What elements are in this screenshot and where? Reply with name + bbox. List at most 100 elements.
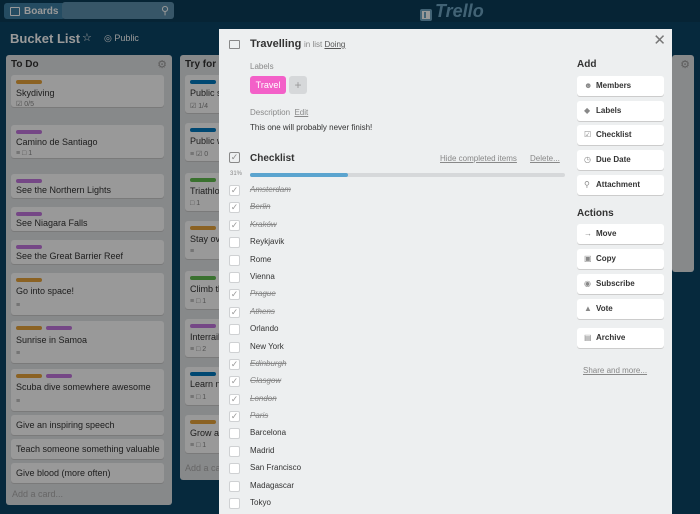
checklist-item-text[interactable]: Kraków (250, 220, 277, 229)
checklist-checkbox[interactable]: ✓ (229, 289, 240, 301)
checklist-item[interactable]: ✓ Kraków (229, 217, 569, 234)
checklist-checkbox[interactable] (229, 237, 240, 249)
checklist-item-text[interactable]: Madagascar (250, 481, 294, 490)
close-icon[interactable]: ✕ (653, 31, 666, 49)
person-icon: ☻ (584, 81, 593, 90)
checklist-item-text[interactable]: Barcelona (250, 428, 286, 437)
checklist-item-text[interactable]: San Francisco (250, 463, 301, 472)
paperclip-icon: ⚲ (584, 180, 590, 189)
attachment-button[interactable]: ⚲ Attachment (577, 175, 664, 195)
checklist-item[interactable]: Rome (229, 252, 569, 269)
description-edit-link[interactable]: Edit (294, 108, 308, 117)
label-travel[interactable]: Travel (250, 76, 286, 94)
checkbox-icon: ☑ (584, 130, 592, 139)
checklist-item[interactable]: ✓ Prague (229, 286, 569, 303)
checklist-checkbox[interactable] (229, 445, 240, 457)
checklist-item-text[interactable]: Athens (250, 307, 275, 316)
checklist-item[interactable]: Reykjavik (229, 234, 569, 251)
in-list-prefix: in list (304, 40, 323, 49)
checklist-item[interactable]: ✓ Glasgow (229, 373, 569, 390)
archive-icon: ▤ (584, 333, 592, 342)
add-label-button[interactable]: + (289, 76, 307, 94)
labels-heading: Labels (250, 62, 274, 71)
checklist-item-text[interactable]: Amsterdam (250, 185, 291, 194)
checklist-item-text[interactable]: Tokyo (250, 498, 271, 507)
checklist-checkbox[interactable]: ✓ (229, 306, 240, 318)
archive-button[interactable]: ▤ Archive (577, 328, 664, 348)
checklist-item[interactable]: ✓ Paris (229, 408, 569, 425)
hide-completed-link[interactable]: Hide completed items (440, 154, 517, 163)
checklist-checkbox[interactable]: ✓ (229, 376, 240, 388)
checklist-item[interactable]: ✓ Amsterdam (229, 182, 569, 199)
checklist-checkbox[interactable]: ✓ (229, 185, 240, 196)
checklist-checkbox[interactable] (229, 324, 240, 336)
checklist-item[interactable]: Orlando (229, 321, 569, 338)
card-title[interactable]: Travelling (250, 38, 301, 50)
checklist-checkbox[interactable] (229, 480, 240, 492)
checklist-checkbox[interactable] (229, 428, 240, 440)
checklist-item[interactable]: Madagascar (229, 478, 569, 495)
progress-fill (250, 173, 348, 177)
checklist-item-text[interactable]: Vienna (250, 272, 275, 281)
in-list-text: in list Doing (304, 40, 345, 49)
checklist-item[interactable]: ✓ Edinburgh (229, 356, 569, 373)
checklist-checkbox[interactable]: ✓ (229, 358, 240, 370)
checklist-progress-bar (250, 173, 565, 177)
progress-percent: 31% (230, 171, 243, 177)
move-button[interactable]: → Move (577, 224, 664, 244)
checklist-icon: ✓ (229, 152, 240, 163)
clock-icon: ◷ (584, 155, 591, 164)
vote-button[interactable]: ▲ Vote (577, 299, 664, 319)
checklist-item-text[interactable]: Paris (250, 411, 268, 420)
checklist-item-text[interactable]: Berlin (250, 202, 270, 211)
arrow-right-icon: → (584, 229, 592, 238)
checklist-item[interactable]: ✓ London (229, 391, 569, 408)
description-heading: Description Edit (250, 108, 308, 117)
checklist-item[interactable]: New York (229, 339, 569, 356)
checklist-item-text[interactable]: Edinburgh (250, 359, 286, 368)
checklist-checkbox[interactable] (229, 498, 240, 510)
checklist-item[interactable]: ✓ Berlin (229, 199, 569, 216)
delete-checklist-link[interactable]: Delete... (530, 154, 560, 163)
copy-button[interactable]: ▣ Copy (577, 249, 664, 269)
due-date-button[interactable]: ◷ Due Date (577, 150, 664, 170)
checklist-item[interactable]: Tokyo (229, 495, 569, 512)
checklist-item-text[interactable]: London (250, 394, 277, 403)
checklist-checkbox[interactable] (229, 341, 240, 353)
checklist-checkbox[interactable] (229, 254, 240, 266)
description-text: This one will probably never finish! (250, 123, 373, 132)
checklist-title[interactable]: Checklist (250, 153, 294, 164)
copy-icon: ▣ (584, 254, 592, 263)
checklist-item-text[interactable]: Rome (250, 255, 271, 264)
checklist-checkbox[interactable]: ✓ (229, 219, 240, 231)
tag-icon: ◆ (584, 106, 591, 115)
checklist-items: ✓ Amsterdam ✓ Berlin ✓ Kraków Reykjavik Rome Vie… (229, 182, 569, 512)
actions-heading: Actions (577, 208, 614, 219)
eye-icon: ◉ (584, 279, 591, 288)
checklist-item[interactable]: Madrid (229, 443, 569, 460)
checklist-item-text[interactable]: New York (250, 342, 284, 351)
card-icon (229, 40, 240, 49)
labels-button[interactable]: ◆ Labels (577, 101, 664, 121)
checklist-item[interactable]: San Francisco (229, 460, 569, 477)
checklist-item-text[interactable]: Orlando (250, 324, 278, 333)
checklist-item[interactable]: Vienna (229, 269, 569, 286)
checklist-button[interactable]: ☑ Checklist (577, 125, 664, 145)
members-button[interactable]: ☻ Members (577, 76, 664, 96)
checklist-checkbox[interactable]: ✓ (229, 411, 240, 423)
checklist-item-text[interactable]: Madrid (250, 446, 274, 455)
checklist-item-text[interactable]: Prague (250, 289, 276, 298)
checklist-item-text[interactable]: Reykjavik (250, 237, 284, 246)
share-and-more-link[interactable]: Share and more... (583, 366, 647, 375)
checklist-checkbox[interactable]: ✓ (229, 393, 240, 405)
checklist-checkbox[interactable]: ✓ (229, 202, 240, 214)
checklist-item-text[interactable]: Glasgow (250, 376, 281, 385)
checklist-checkbox[interactable] (229, 463, 240, 475)
add-heading: Add (577, 59, 597, 70)
checklist-checkbox[interactable] (229, 271, 240, 283)
subscribe-button[interactable]: ◉ Subscribe (577, 274, 664, 294)
list-link[interactable]: Doing (324, 40, 345, 49)
checklist-item[interactable]: Barcelona (229, 425, 569, 442)
card-detail-modal: ✕ Travelling in list Doing Labels Travel… (219, 29, 672, 514)
checklist-item[interactable]: ✓ Athens (229, 304, 569, 321)
